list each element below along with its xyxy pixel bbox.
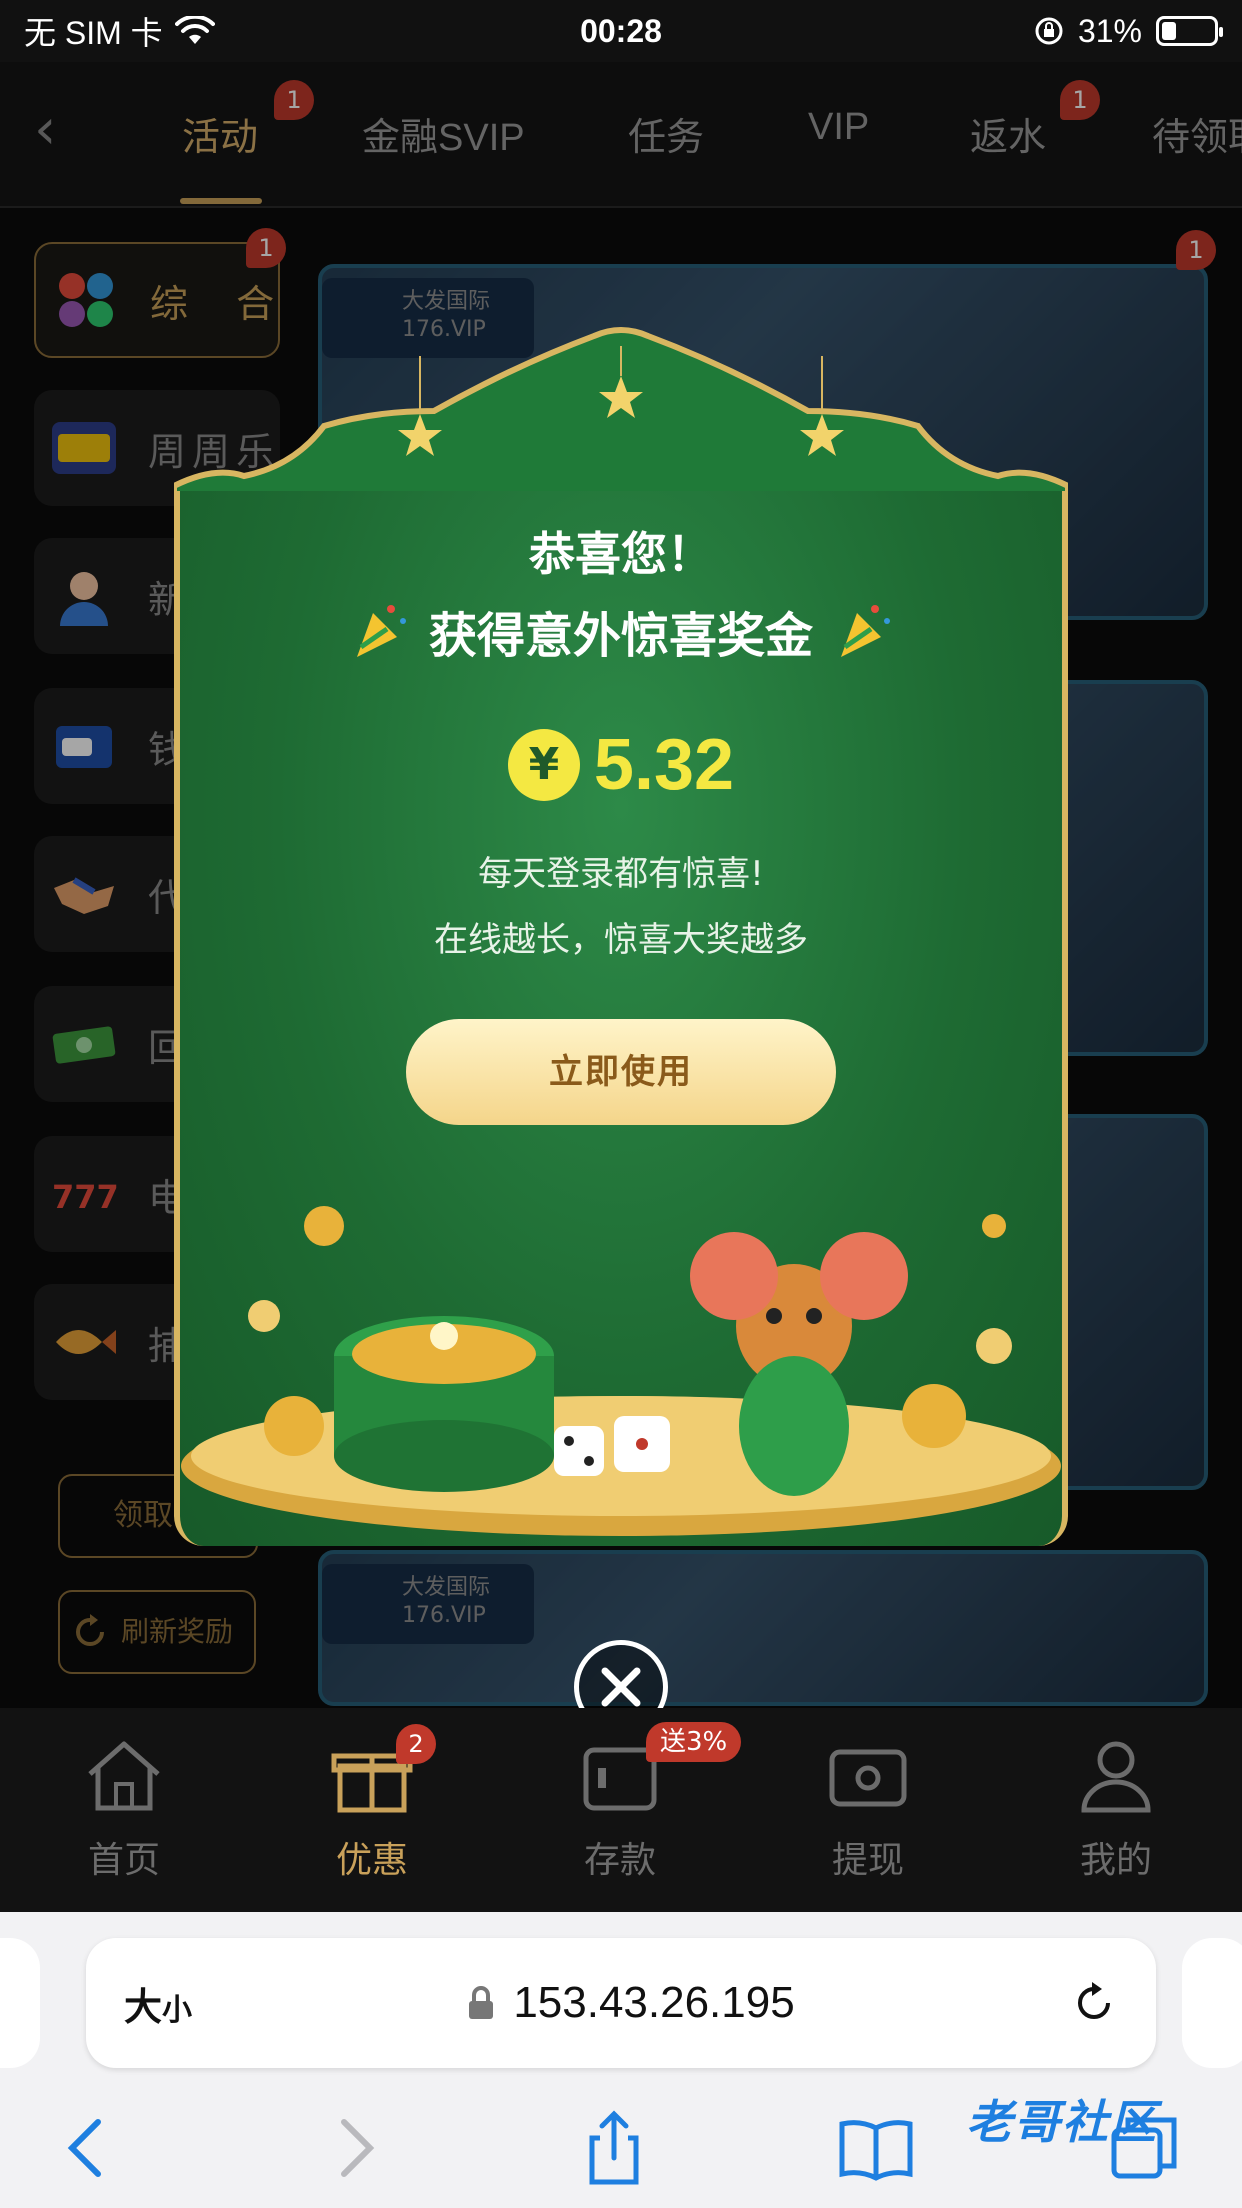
text-size-button[interactable]: 大小 (124, 1976, 192, 2031)
tabbar-label: 存款 (583, 1840, 656, 1881)
deposit-bonus-badge: 送3% (646, 1722, 742, 1762)
treasure-mouse-illustration (181, 1206, 1061, 1536)
tabbar-label: 提现 (831, 1840, 904, 1881)
clock: 00:28 (580, 12, 662, 49)
share-icon[interactable] (574, 2108, 654, 2188)
tabbar-home[interactable]: 首页 (54, 1738, 194, 1883)
online-reward-message: 在线越长，惊喜大奖越多 (434, 920, 808, 960)
watermark-logo: 老哥社区 (966, 2095, 1158, 2149)
party-popper-icon (356, 605, 406, 657)
daily-login-message: 每天登录都有惊喜! (478, 854, 764, 894)
url-text: 153.43.26.195 (513, 1978, 795, 2027)
browser-forward-icon[interactable] (314, 2108, 394, 2188)
bonus-amount-row: ¥ 5.32 (174, 724, 1068, 806)
tabbar-label: 首页 (87, 1840, 160, 1881)
star-icon (398, 414, 442, 456)
tabbar-label: 优惠 (335, 1840, 408, 1881)
reload-icon[interactable] (1070, 1979, 1118, 2027)
withdraw-icon (829, 1749, 907, 1807)
tabbar-withdraw[interactable]: 提现 (798, 1738, 938, 1883)
profile-icon (1081, 1741, 1151, 1813)
bonus-headline: 获得意外惊喜奖金 (174, 596, 1068, 666)
lock-icon (469, 1986, 494, 2019)
bonus-modal: 恭喜您！ 获得意外惊喜奖金 ¥ 5.32 每天登录都有惊喜! 在线越长，惊喜大奖… (174, 316, 1068, 1546)
bonus-amount: 5.32 (593, 725, 735, 805)
use-now-button[interactable]: 立即使用 (406, 1019, 836, 1125)
battery-icon (1156, 16, 1223, 46)
congrats-title: 恭喜您！ (529, 527, 713, 581)
status-bar: 无 SIM 卡 00:28 31% (0, 0, 1242, 62)
next-tab-peek[interactable] (1182, 1938, 1242, 2068)
browser-toolbar: 大小 153.43.26.195 (0, 1912, 1242, 2208)
star-icon (599, 376, 643, 418)
bottom-tab-bar: 首页 优惠 2 存款 送3% 提现 我的 (0, 1708, 1242, 1912)
party-popper-icon (841, 605, 890, 657)
home-icon (88, 1741, 160, 1811)
star-icon (800, 414, 844, 456)
promotions-badge: 2 (396, 1724, 436, 1764)
browser-back-icon[interactable] (48, 2108, 128, 2188)
address-bar[interactable]: 大小 153.43.26.195 (86, 1938, 1156, 2068)
previous-tab-peek[interactable] (0, 1938, 40, 2068)
bookmarks-icon[interactable] (836, 2108, 916, 2188)
yen-coin-icon: ¥ (507, 729, 580, 801)
tabbar-profile[interactable]: 我的 (1046, 1738, 1186, 1883)
tabbar-label: 我的 (1079, 1840, 1152, 1881)
